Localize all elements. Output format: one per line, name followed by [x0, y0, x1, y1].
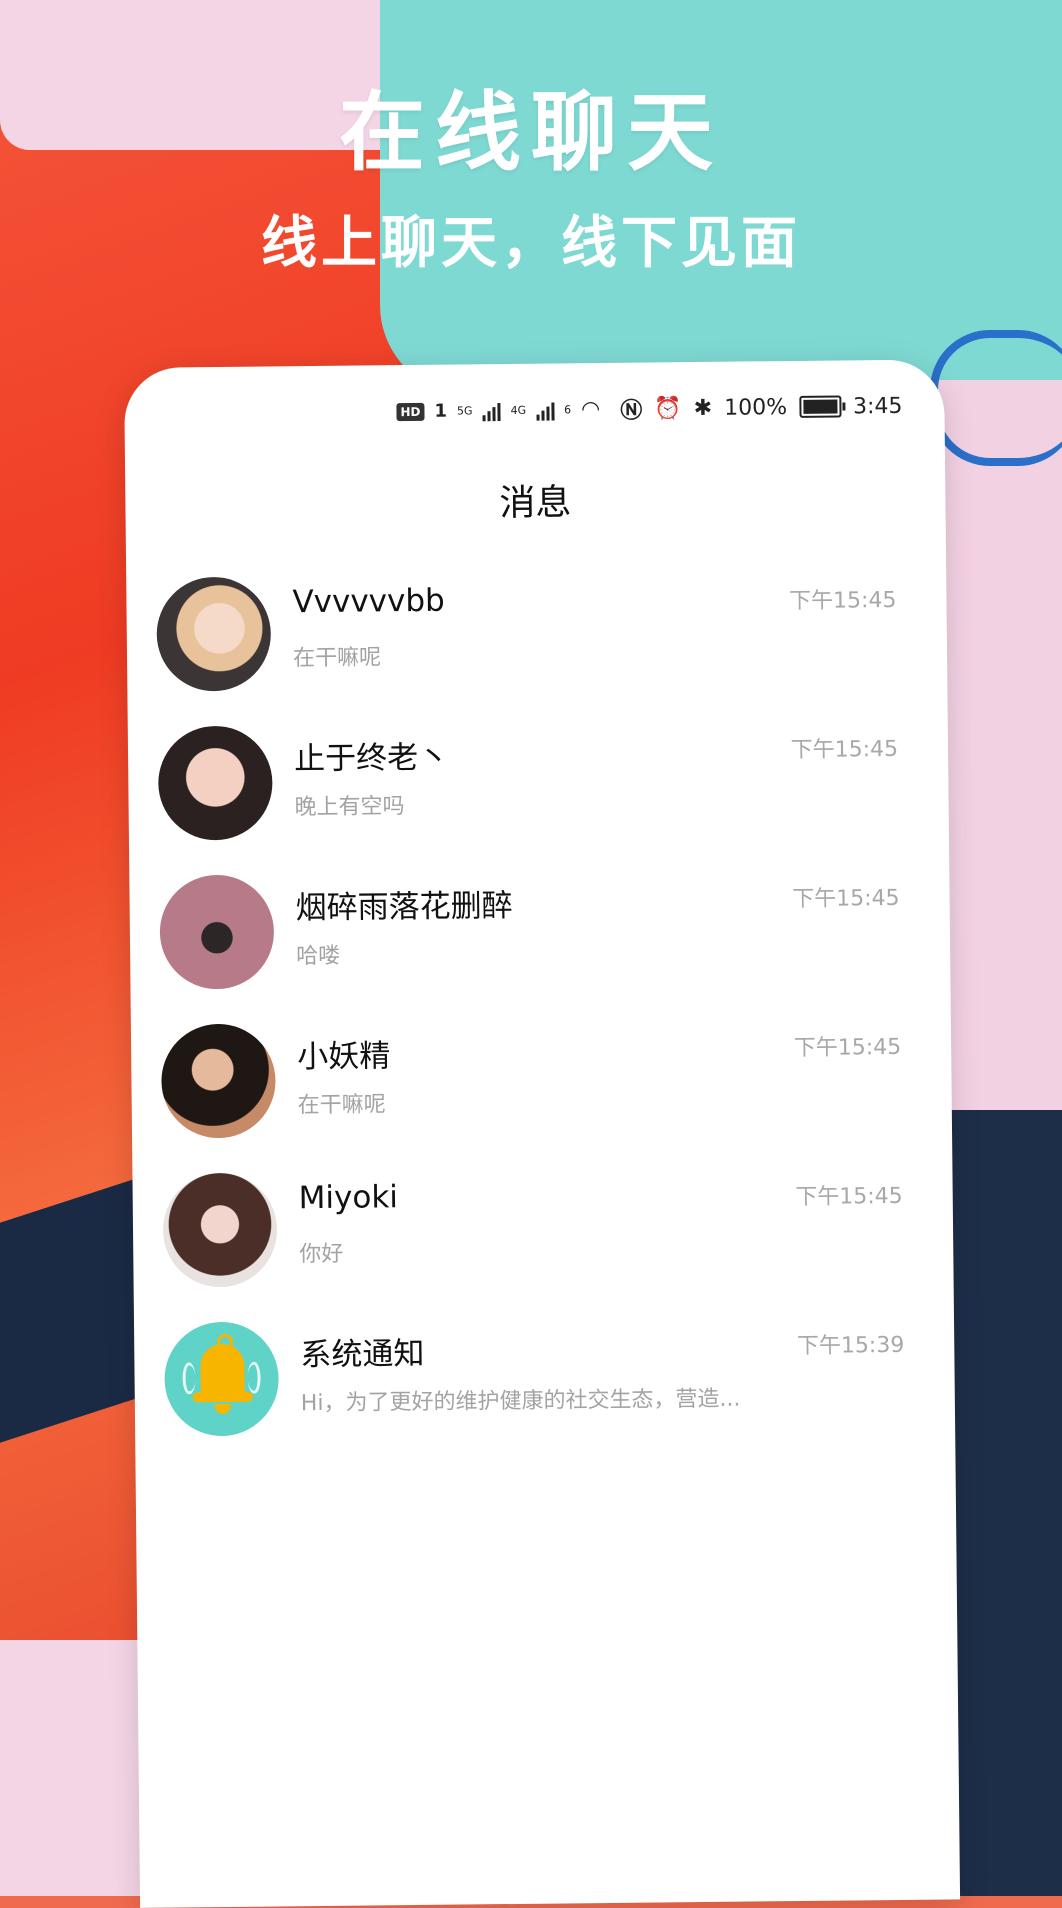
- message-preview: 晚上有空吗: [294, 794, 405, 821]
- network-5g-label: 5G: [456, 404, 473, 418]
- message-preview: 在干嘛呢: [297, 1092, 386, 1119]
- status-bar: HD 1 5G 4G 6 ◠ Ⓝ ⏰ ✱ 100% 3:45: [124, 389, 944, 438]
- network-4g-label: 4G: [510, 403, 527, 417]
- clock: 3:45: [852, 393, 903, 419]
- conversation-list: Vvvvvvbb 在干嘛呢 下午15:45 止于终老丶 晚上有空吗 下午15:4…: [156, 570, 925, 1472]
- wifi-icon: ◠: [580, 397, 601, 423]
- avatar[interactable]: [157, 725, 273, 841]
- conversation-item-system[interactable]: 系统通知 Hi，为了更好的维护健康的社交生态，营造... 下午15:39: [163, 1315, 926, 1472]
- avatar[interactable]: [159, 874, 275, 990]
- conversation-item[interactable]: 小妖精 在干嘛呢 下午15:45: [160, 1017, 923, 1174]
- conversation-item[interactable]: 烟碎雨落花删醉 哈喽 下午15:45: [159, 868, 921, 1025]
- message-time: 下午15:45: [795, 1183, 903, 1211]
- wifi-label: 6: [564, 403, 572, 417]
- conversation-item[interactable]: Miyoki 你好 下午15:45: [162, 1166, 924, 1323]
- bell-icon[interactable]: [163, 1321, 280, 1437]
- battery-percent: 100%: [724, 394, 788, 421]
- message-preview: 你好: [299, 1241, 344, 1268]
- contact-name: 烟碎雨落花删醉: [295, 887, 513, 927]
- page-title: 消息: [499, 482, 572, 525]
- bluetooth-icon: ✱: [693, 395, 713, 421]
- conversation-item[interactable]: Vvvvvvbb 在干嘛呢 下午15:45: [156, 570, 918, 727]
- message-preview: Hi，为了更好的维护健康的社交生态，营造...: [300, 1386, 741, 1417]
- message-time: 下午15:45: [790, 736, 899, 764]
- hero-subtitle: 线上聊天，线下见面: [261, 211, 801, 276]
- contact-name: Miyoki: [298, 1179, 399, 1217]
- message-time: 下午15:45: [788, 587, 897, 615]
- signal-icon: [482, 401, 501, 421]
- contact-name: Vvvvvvbb: [292, 582, 445, 621]
- message-preview: 在干嘛呢: [292, 645, 382, 672]
- hd-badge: HD: [396, 402, 425, 421]
- contact-name: 小妖精: [297, 1038, 391, 1076]
- message-time: 下午15:45: [793, 1034, 902, 1062]
- nfc-icon: Ⓝ: [620, 398, 643, 424]
- contact-name: 止于终老丶: [293, 739, 450, 778]
- avatar[interactable]: [156, 576, 272, 692]
- conversation-item[interactable]: 止于终老丶 晚上有空吗 下午15:45: [157, 719, 920, 876]
- battery-icon: [798, 395, 842, 418]
- phone-screen: HD 1 5G 4G 6 ◠ Ⓝ ⏰ ✱ 100% 3:45 消息 Vvvvvv…: [124, 359, 961, 1908]
- avatar[interactable]: [162, 1172, 278, 1288]
- hero-title: 在线聊天: [339, 83, 723, 183]
- avatar[interactable]: [160, 1023, 277, 1139]
- message-time: 下午15:45: [792, 885, 900, 913]
- message-time: 下午15:39: [796, 1332, 905, 1360]
- message-preview: 哈喽: [296, 943, 341, 970]
- contact-name: 系统通知: [300, 1335, 425, 1374]
- sim-indicator: 1: [434, 400, 448, 422]
- alarm-icon: ⏰: [654, 395, 682, 421]
- signal-icon-2: [536, 400, 555, 421]
